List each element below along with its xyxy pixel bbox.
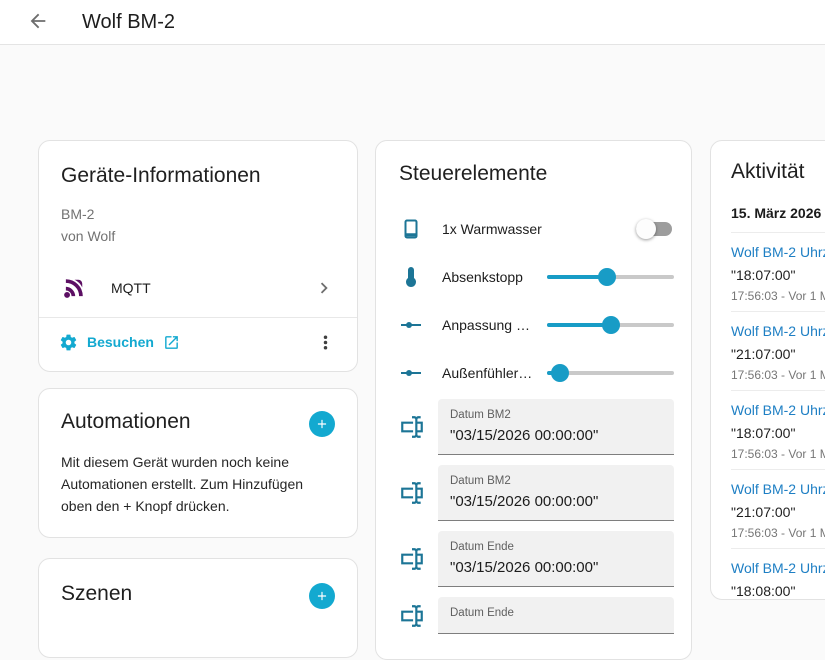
control-row-anpassung: Anpassung R… xyxy=(399,301,674,349)
slider-thumb[interactable] xyxy=(551,364,569,382)
device-manufacturer: von Wolf xyxy=(61,225,335,247)
activity-timestamp: 17:56:03 - Vor 1 Mi xyxy=(731,289,825,303)
scenes-title: Szenen xyxy=(61,581,132,607)
date-field-value: "03/15/2026 00:00:00" xyxy=(450,426,662,445)
app-header: Wolf BM-2 xyxy=(0,0,825,45)
activity-entity-link[interactable]: Wolf BM-2 Uhrze xyxy=(731,560,825,577)
activity-value: "21:07:00" xyxy=(731,346,825,363)
activity-entry: Wolf BM-2 Uhrze "18:07:00" 17:56:03 - Vo… xyxy=(731,391,825,470)
form-textbox-icon xyxy=(399,603,425,629)
date-field-label: Datum BM2 xyxy=(450,474,662,488)
device-name: BM-2 xyxy=(61,203,335,225)
controls-title: Steuerelemente xyxy=(399,161,674,187)
activity-entity-link[interactable]: Wolf BM-2 Uhrze xyxy=(731,481,825,498)
device-info-title: Geräte-Informationen xyxy=(61,163,335,189)
control-row-aussenfuehler: Außenfühler g… xyxy=(399,349,674,397)
activity-entity-link[interactable]: Wolf BM-2 Uhrze xyxy=(731,402,825,419)
automations-empty-text: Mit diesem Gerät wurden noch keine Autom… xyxy=(61,451,335,517)
date-row-bm2-1: Datum BM2 "03/15/2026 00:00:00" xyxy=(399,399,674,455)
device-card-footer: Besuchen xyxy=(39,317,357,366)
toggle-thumb xyxy=(636,219,656,239)
integration-label: MQTT xyxy=(111,280,313,296)
date-row-bm2-2: Datum BM2 "03/15/2026 00:00:00" xyxy=(399,465,674,521)
date-field-value: "03/15/2026 00:00:00" xyxy=(450,558,662,577)
control-label: 1x Warmwasser xyxy=(442,221,636,237)
page-title: Wolf BM-2 xyxy=(82,11,175,34)
activity-date-header: 15. März 2026 xyxy=(731,205,825,233)
date-row-ende-2: Datum Ende xyxy=(399,597,674,634)
mqtt-logo-icon xyxy=(61,275,87,301)
visit-link-label: Besuchen xyxy=(87,334,154,350)
activity-value: "18:07:00" xyxy=(731,425,825,442)
activity-timestamp: 17:56:03 - Vor 1 Mi xyxy=(731,447,825,461)
anpassung-slider[interactable] xyxy=(547,316,674,334)
activity-entry: Wolf BM-2 Uhrze "21:07:00" 17:56:03 - Vo… xyxy=(731,312,825,391)
date-field-label: Datum BM2 xyxy=(450,408,662,422)
activity-title: Aktivität xyxy=(731,159,825,185)
back-button[interactable] xyxy=(26,10,50,34)
control-label: Anpassung R… xyxy=(442,317,535,333)
date-input-bm2-1[interactable]: Datum BM2 "03/15/2026 00:00:00" xyxy=(438,399,674,455)
form-textbox-icon xyxy=(399,546,425,572)
slider-fill xyxy=(547,323,611,327)
slider-thumb[interactable] xyxy=(598,268,616,286)
date-row-ende-1: Datum Ende "03/15/2026 00:00:00" xyxy=(399,531,674,587)
add-automation-button[interactable] xyxy=(309,411,335,437)
activity-value: "18:08:00" xyxy=(731,583,825,600)
form-textbox-icon xyxy=(399,480,425,506)
automations-title: Automationen xyxy=(61,409,191,435)
arrow-left-icon xyxy=(27,10,49,35)
activity-value: "18:07:00" xyxy=(731,267,825,284)
date-field-label: Datum Ende xyxy=(450,606,662,620)
activity-timestamp: 17:56:03 - Vor 1 Mi xyxy=(731,526,825,540)
controls-card: Steuerelemente 1x Warmwasser Absenkstopp… xyxy=(375,140,692,660)
thermometer-icon xyxy=(399,265,423,289)
device-info-card: Geräte-Informationen BM-2 von Wolf MQTT … xyxy=(38,140,358,372)
visit-link[interactable]: Besuchen xyxy=(51,327,188,358)
activity-entity-link[interactable]: Wolf BM-2 Uhrze xyxy=(731,244,825,261)
activity-entity-link[interactable]: Wolf BM-2 Uhrze xyxy=(731,323,825,340)
plus-icon xyxy=(315,588,329,604)
dots-vertical-icon xyxy=(315,332,336,353)
ray-vertex-icon xyxy=(399,361,423,385)
date-field-label: Datum Ende xyxy=(450,540,662,554)
control-row-absenkstopp: Absenkstopp xyxy=(399,253,674,301)
integration-row-mqtt[interactable]: MQTT xyxy=(61,259,335,317)
activity-card: Aktivität 15. März 2026 Wolf BM-2 Uhrze … xyxy=(710,140,825,600)
date-input-bm2-2[interactable]: Datum BM2 "03/15/2026 00:00:00" xyxy=(438,465,674,521)
chevron-right-icon xyxy=(313,277,335,299)
date-input-ende-1[interactable]: Datum Ende "03/15/2026 00:00:00" xyxy=(438,531,674,587)
control-label: Absenkstopp xyxy=(442,269,535,285)
activity-entry: Wolf BM-2 Uhrze "21:07:00" 17:56:03 - Vo… xyxy=(731,470,825,549)
plus-icon xyxy=(315,416,329,432)
control-label: Außenfühler g… xyxy=(442,365,535,381)
slider-thumb[interactable] xyxy=(602,316,620,334)
device-menu-button[interactable] xyxy=(307,324,343,360)
activity-value: "21:07:00" xyxy=(731,504,825,521)
gear-icon xyxy=(59,333,78,352)
date-field-value: "03/15/2026 00:00:00" xyxy=(450,492,662,511)
aussenfuehler-slider[interactable] xyxy=(547,364,674,382)
activity-entry: Wolf BM-2 Uhrze "18:07:00" 17:56:03 - Vo… xyxy=(731,233,825,312)
open-in-new-icon xyxy=(163,334,180,351)
activity-entry: Wolf BM-2 Uhrze "18:08:00" xyxy=(731,549,825,600)
automations-card: Automationen Mit diesem Gerät wurden noc… xyxy=(38,388,358,538)
form-textbox-icon xyxy=(399,414,425,440)
warmwasser-toggle[interactable] xyxy=(636,219,672,239)
absenkstopp-slider[interactable] xyxy=(547,268,674,286)
tablet-icon xyxy=(399,217,423,241)
add-scene-button[interactable] xyxy=(309,583,335,609)
date-input-ende-2[interactable]: Datum Ende xyxy=(438,597,674,634)
activity-timestamp: 17:56:03 - Vor 1 Mi xyxy=(731,368,825,382)
ray-vertex-icon xyxy=(399,313,423,337)
scenes-card: Szenen xyxy=(38,558,358,658)
control-row-warmwasser: 1x Warmwasser xyxy=(399,205,674,253)
